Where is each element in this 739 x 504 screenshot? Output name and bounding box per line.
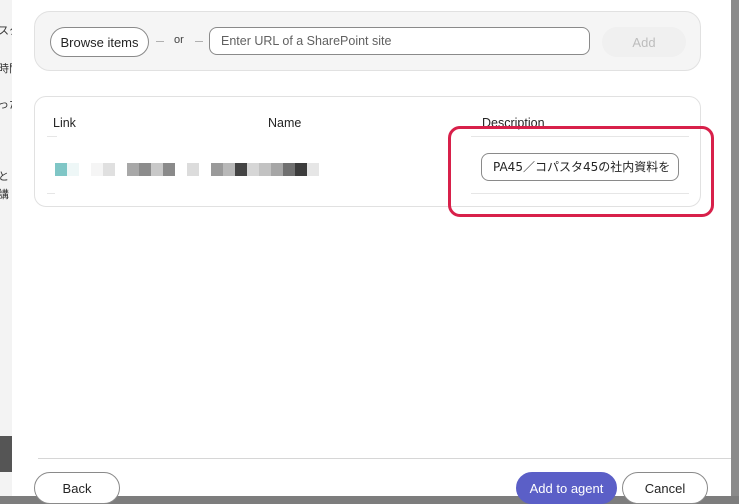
column-header-link: Link <box>53 116 76 130</box>
back-button[interactable]: Back <box>34 472 120 504</box>
description-input[interactable]: PA45／コパスタ45の社内資料を <box>481 153 679 181</box>
cancel-button[interactable]: Cancel <box>622 472 708 504</box>
sharepoint-url-input[interactable] <box>209 27 590 55</box>
background-app-edge: スタ 時間 った と 講 <box>0 0 12 496</box>
background-text-fragment: スタ <box>0 24 12 37</box>
add-url-button[interactable]: Add <box>602 27 686 57</box>
footer-divider <box>38 458 731 459</box>
separator-dash <box>156 41 164 42</box>
background-block <box>0 436 12 472</box>
background-text-fragment: 講 <box>0 188 9 201</box>
column-header-name: Name <box>268 116 302 130</box>
selected-items-table: Link Name Description PA45／コパスタ45の社内資料を <box>34 96 701 207</box>
header-divider <box>471 136 689 137</box>
row-divider <box>47 193 55 194</box>
background-text-fragment: と <box>0 170 9 183</box>
header-divider <box>47 136 57 137</box>
add-knowledge-dialog: Browse items or Add Link Name Descriptio… <box>12 0 731 504</box>
add-to-agent-button[interactable]: Add to agent <box>516 472 617 504</box>
background-text-fragment: 時間 <box>0 62 12 75</box>
column-header-description: Description <box>482 116 545 130</box>
or-label: or <box>174 34 184 46</box>
separator-dash <box>195 41 203 42</box>
background-text-fragment: った <box>0 98 12 111</box>
url-entry-row: Browse items or Add <box>34 11 701 71</box>
redacted-link-name <box>55 163 319 176</box>
row-divider <box>471 193 689 194</box>
browse-items-button[interactable]: Browse items <box>50 27 149 57</box>
overlay-backdrop <box>731 0 739 496</box>
